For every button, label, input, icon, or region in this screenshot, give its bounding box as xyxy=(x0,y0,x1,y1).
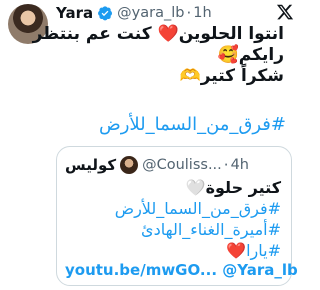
mention-link[interactable]: @Yara_lb xyxy=(222,261,298,279)
tweet-header: Yara @yara_lb · 1h xyxy=(56,3,212,23)
timestamp[interactable]: 1h xyxy=(193,5,211,21)
quote-header: كوليس @Couliss... · 4h xyxy=(65,155,249,175)
quote-separator-dot: · xyxy=(223,156,229,174)
tweet-line: شكراً كتير🫶 xyxy=(179,66,284,86)
quote-author-handle: @Couliss... xyxy=(142,157,222,173)
quote-hashtag[interactable]: #فرق_من_السما_للأرض xyxy=(65,198,281,219)
quote-link-row: youtu.be/mwGO... @Yara_lb xyxy=(65,261,298,279)
separator-dot: · xyxy=(186,4,192,22)
author-name[interactable]: Yara xyxy=(56,4,93,22)
quote-text: كتير حلوة🤍 #فرق_من_السما_للأرض #أميرة_ال… xyxy=(65,177,281,261)
quoted-tweet[interactable]: كوليس @Couliss... · 4h كتير حلوة🤍 #فرق_م… xyxy=(56,146,298,286)
tweet-line: انتوا الحلوين❤️ كنت عم بنتظر xyxy=(32,24,284,44)
x-logo-icon[interactable] xyxy=(276,3,294,21)
quote-hashtag[interactable]: #أميرة_الغناء_الهادئ xyxy=(65,219,281,240)
quote-hashtag[interactable]: #يارا❤️ xyxy=(65,240,281,261)
quote-author-name: كوليس xyxy=(65,156,117,174)
tweet-line: رايكم🥰 xyxy=(217,45,284,65)
hashtag-link[interactable]: #فرق_من_السما_للأرض xyxy=(99,114,286,135)
author-handle[interactable]: @yara_lb xyxy=(117,5,184,21)
tweet-text: انتوا الحلوين❤️ كنت عم بنتظر رايكم🥰 شكرا… xyxy=(32,24,284,87)
quote-line: كتير حلوة🤍 xyxy=(185,178,281,197)
youtube-link[interactable]: youtu.be/mwGO... xyxy=(65,261,217,279)
quote-timestamp: 4h xyxy=(230,157,249,173)
verified-badge-icon xyxy=(98,6,113,21)
quote-avatar xyxy=(120,156,139,174)
